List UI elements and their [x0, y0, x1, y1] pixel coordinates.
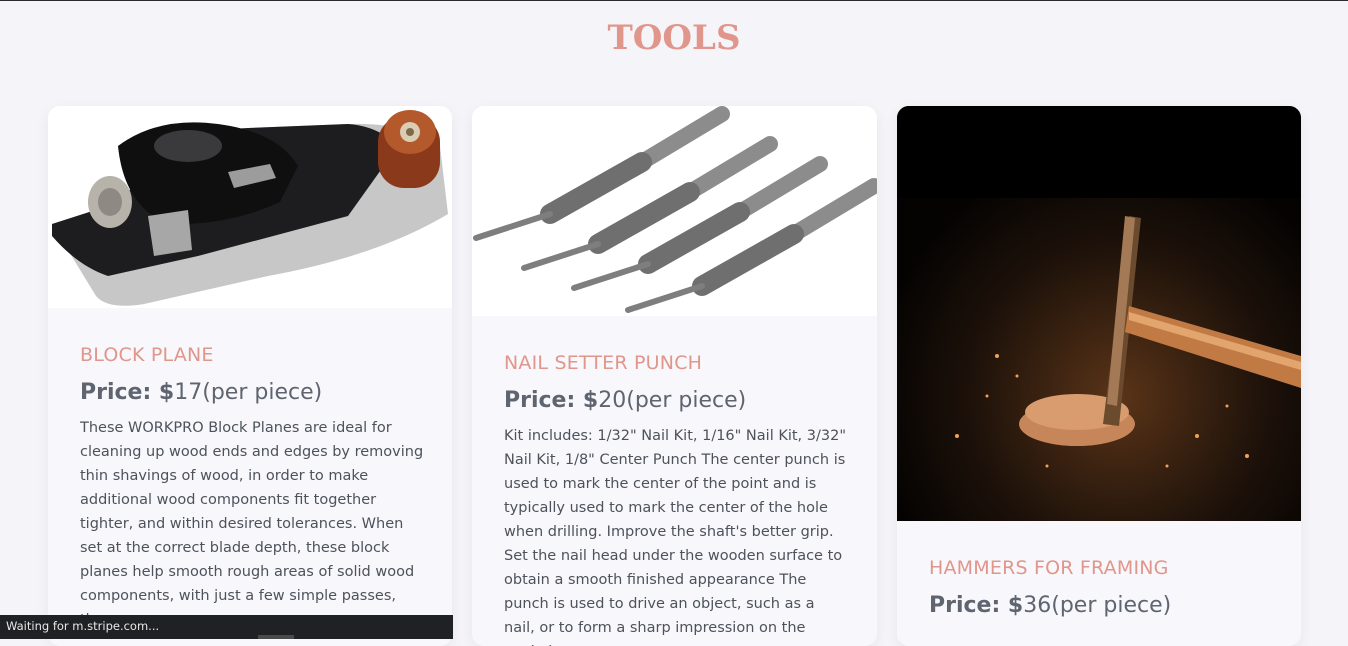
- product-price: Price: $36(per piece): [929, 593, 1171, 618]
- product-card-block-plane: BLOCK PLANE Price: $17(per piece) These …: [48, 106, 452, 646]
- price-value: 17(per piece): [174, 380, 323, 405]
- page-title: TOOLS: [607, 18, 741, 58]
- window-top-border: [0, 0, 1348, 1]
- hammer-image: [897, 106, 1301, 521]
- nail-setter-punch-image: [472, 106, 877, 316]
- product-price: Price: $20(per piece): [504, 388, 746, 413]
- product-name: NAIL SETTER PUNCH: [504, 352, 703, 374]
- product-name: HAMMERS FOR FRAMING: [929, 557, 1169, 579]
- status-bar-edge: [258, 635, 294, 639]
- price-label: Price: $: [80, 380, 175, 405]
- product-name: BLOCK PLANE: [80, 344, 214, 366]
- product-card-hammers-for-framing: HAMMERS FOR FRAMING Price: $36(per piece…: [897, 106, 1301, 646]
- product-price: Price: $17(per piece): [80, 380, 322, 405]
- price-value: 36(per piece): [1023, 593, 1172, 618]
- block-plane-image: [48, 106, 452, 308]
- browser-status-bar: Waiting for m.stripe.com...: [0, 615, 453, 639]
- product-description: These WORKPRO Block Planes are ideal for…: [80, 420, 424, 628]
- product-description: Kit includes: 1/32" Nail Kit, 1/16" Nail…: [504, 428, 847, 646]
- price-label: Price: $: [504, 388, 599, 413]
- price-value: 20(per piece): [598, 388, 747, 413]
- product-card-nail-setter-punch: NAIL SETTER PUNCH Price: $20(per piece) …: [472, 106, 877, 646]
- price-label: Price: $: [929, 593, 1024, 618]
